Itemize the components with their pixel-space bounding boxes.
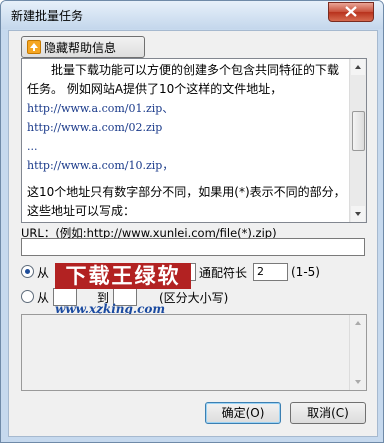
help-url-2: http://www.a.com/02.zip [27, 121, 163, 134]
preview-list[interactable] [21, 314, 367, 391]
watermark-logo: 下载王绿软 [55, 263, 191, 289]
wildcard-range-label: (1-5) [291, 265, 320, 279]
preview-scrollbar[interactable] [349, 315, 366, 390]
case-sensitive-label: (区分大小写) [159, 291, 229, 305]
help-text-area[interactable]: 批量下载功能可以方便的创建多个包含共同特征的下载任务。 例如网站A提供了10个这… [21, 58, 367, 223]
radio-number-mode[interactable] [21, 265, 34, 278]
row2-from-label: 从 [37, 291, 50, 305]
dialog-body: 隐藏帮助信息 批量下载功能可以方便的创建多个包含共同特征的下载任务。 例如网站A… [8, 30, 378, 437]
cancel-button[interactable]: 取消(C) [290, 402, 366, 424]
title-bar: 新建批量任务 [1, 1, 383, 29]
url-input[interactable] [21, 238, 365, 256]
preview-scroll-down[interactable] [351, 374, 365, 390]
chevron-down-icon [355, 212, 361, 216]
scroll-down-arrow[interactable] [351, 206, 365, 222]
arrow-up-icon [27, 40, 41, 54]
hide-help-button[interactable]: 隐藏帮助信息 [21, 36, 145, 58]
wildcard-length-label: 通配符长 [199, 266, 248, 280]
help-url-4: http://www.a.com/10.zip， [27, 159, 174, 172]
chevron-up-icon [355, 65, 361, 69]
row1-from-label: 从 [37, 266, 50, 280]
wildcard-length-value: 2 [257, 265, 264, 278]
chevron-down-icon [355, 380, 361, 384]
preview-scroll-up[interactable] [351, 315, 365, 331]
scroll-up-arrow[interactable] [351, 59, 365, 75]
scroll-thumb[interactable] [352, 111, 365, 151]
window-title: 新建批量任务 [11, 9, 84, 23]
hide-help-label: 隐藏帮助信息 [44, 41, 117, 55]
radio-letter-mode[interactable] [21, 290, 34, 303]
dialog-window: 新建批量任务 隐藏帮助信息 批量下载功能可以方便的创建多个包含共同特征的下载任务… [0, 0, 384, 443]
help-paragraph-1: 批量下载功能可以方便的创建多个包含共同特征的下载任务。 例如网站A提供了10个这… [27, 63, 340, 96]
wildcard-length-input[interactable]: 2 [253, 263, 288, 281]
help-paragraph-2: 这10个地址只有数字部分不同，如果用(*)表示不同的部分，这些地址可以写成： [27, 185, 346, 218]
help-scrollbar[interactable] [349, 59, 366, 222]
chevron-up-icon [355, 321, 361, 325]
close-icon [345, 6, 357, 17]
close-button[interactable] [328, 2, 374, 22]
ok-button[interactable]: 确定(O) [205, 402, 281, 424]
help-url-1: http://www.a.com/01.zip、 [27, 102, 174, 115]
help-url-3: ... [27, 140, 38, 153]
